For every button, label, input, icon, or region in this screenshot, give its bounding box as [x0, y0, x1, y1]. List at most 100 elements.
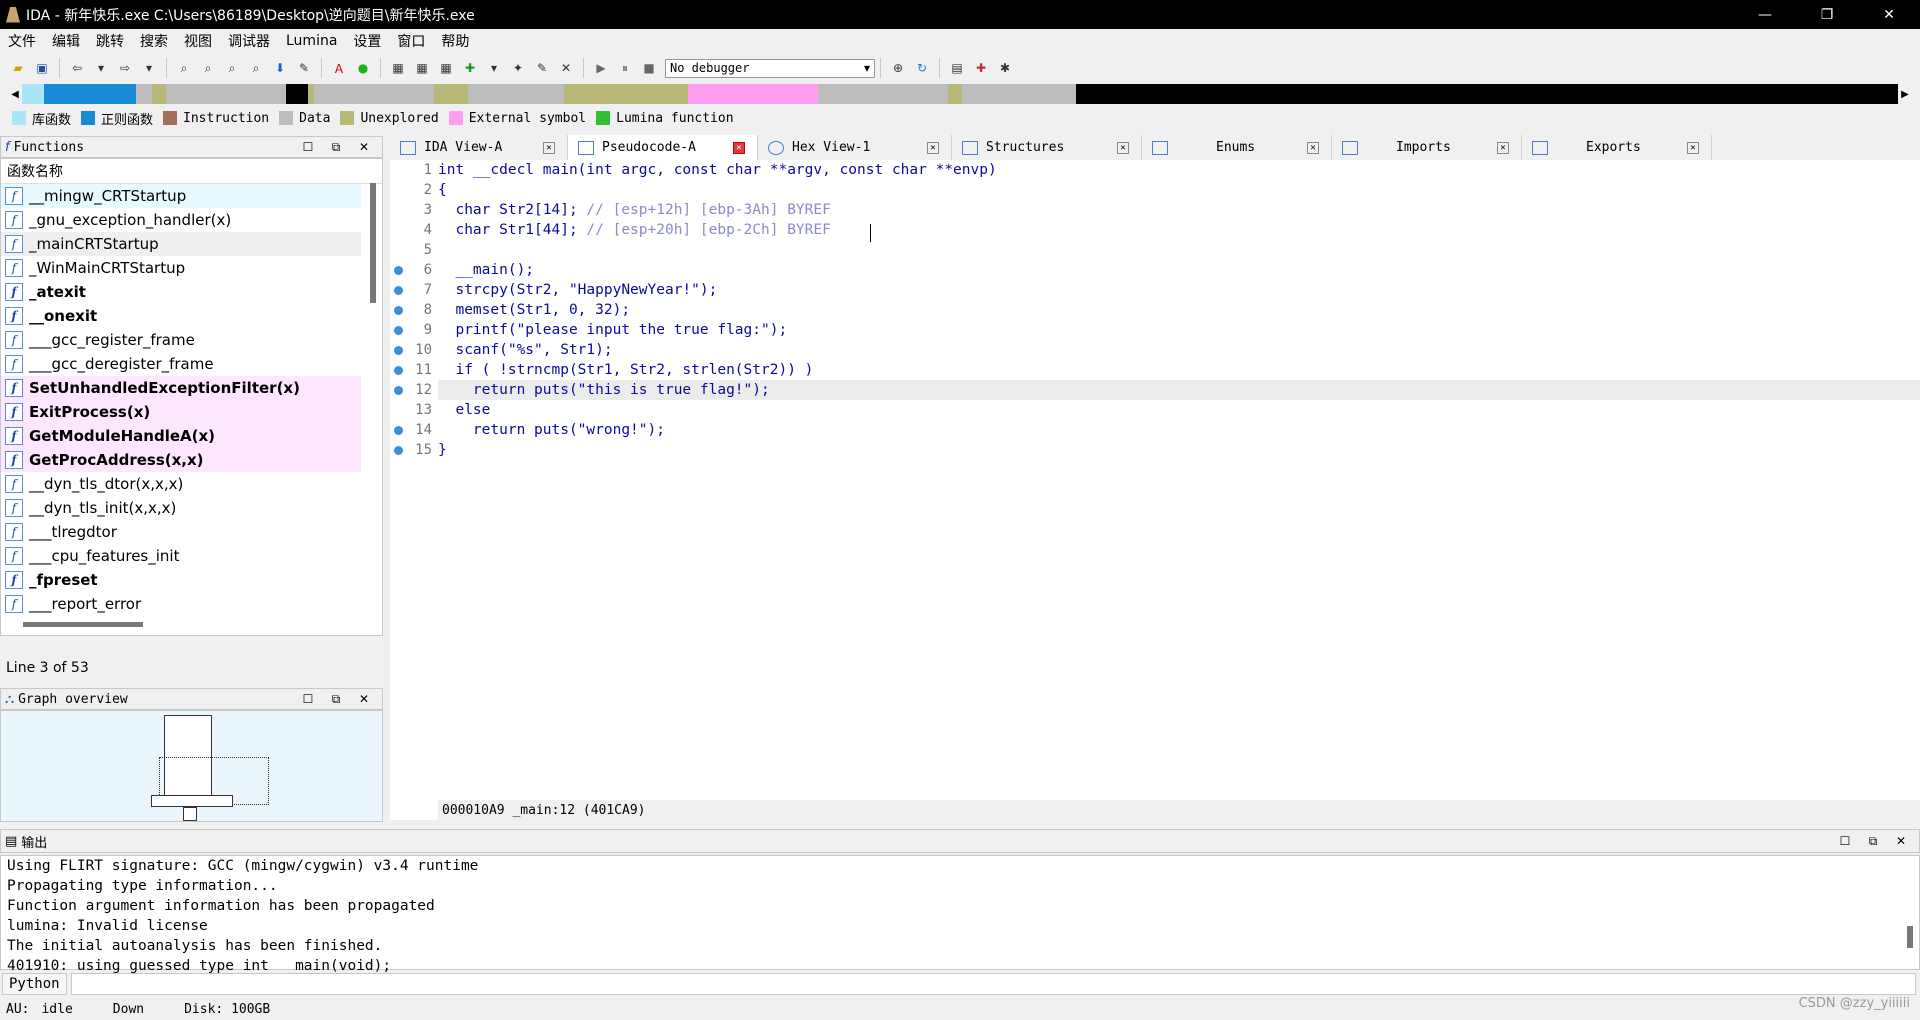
text-a-icon[interactable]: Ａ	[329, 58, 349, 78]
tab-structures[interactable]: Structures ✕	[952, 135, 1142, 160]
functions-horizontal-scrollbar[interactable]	[23, 622, 143, 627]
breakpoint-dot-icon[interactable]	[394, 286, 403, 295]
function-row[interactable]: f __dyn_tls_init(x,x,x)	[1, 496, 361, 520]
code-line[interactable]: scanf("%s", Str1);	[438, 340, 1920, 360]
tab-close-icon[interactable]: ✕	[1117, 141, 1129, 154]
breakpoint-dot-icon[interactable]	[394, 446, 403, 455]
output-scrollbar[interactable]	[1907, 926, 1913, 948]
tab-close-icon[interactable]: ✕	[733, 141, 745, 154]
function-row[interactable]: f GetProcAddress(x,x)	[1, 448, 361, 472]
code-line[interactable]: return puts("wrong!");	[438, 420, 1920, 440]
back-arrow-icon[interactable]: ⇦	[67, 58, 87, 78]
function-row[interactable]: f _WinMainCRTStartup	[1, 256, 361, 280]
struct2-icon[interactable]: ▦	[412, 58, 432, 78]
function-row[interactable]: f SetUnhandledExceptionFilter(x)	[1, 376, 361, 400]
search-next-icon[interactable]: ⌕	[246, 58, 266, 78]
panel-close-icon[interactable]: ✕	[350, 140, 378, 155]
functions-vertical-scrollbar[interactable]	[370, 183, 376, 303]
code-line[interactable]: strcpy(Str2, "HappyNewYear!");	[438, 280, 1920, 300]
tab-close-icon[interactable]: ✕	[1687, 141, 1699, 154]
tab-hex-view-1[interactable]: Hex View-1 ✕	[758, 135, 952, 160]
pseudocode-lines[interactable]: int __cdecl main(int argc, const char **…	[438, 160, 1920, 800]
tab-close-icon[interactable]: ✕	[543, 141, 555, 154]
breakpoint-dot-icon[interactable]	[394, 366, 403, 375]
struct-icon[interactable]: ▦	[388, 58, 408, 78]
graph-overview[interactable]	[0, 710, 383, 822]
code-line[interactable]	[438, 240, 1920, 260]
nav-right-arrow-icon[interactable]: ▶	[1898, 89, 1912, 100]
restore-button[interactable]: ❐	[1796, 0, 1858, 29]
function-row[interactable]: f ___cpu_features_init	[1, 544, 361, 568]
search-text-icon[interactable]: ⌕	[198, 58, 218, 78]
breakpoint-dot-icon[interactable]	[394, 386, 403, 395]
navigation-strip[interactable]	[21, 84, 1899, 104]
tab-close-icon[interactable]: ✕	[927, 141, 939, 154]
minimize-button[interactable]: —	[1734, 0, 1796, 29]
debugger-select[interactable]: No debugger ▾	[665, 58, 875, 78]
code-line[interactable]: __main();	[438, 260, 1920, 280]
function-row[interactable]: f GetModuleHandleA(x)	[1, 424, 361, 448]
refresh-icon[interactable]: ↻	[912, 58, 932, 78]
pseudocode-view[interactable]: 1 2 3 4 5 6 7 8 9 10 11 12 13 14 15 int __cdecl main(i…	[390, 160, 1920, 820]
close-button[interactable]: ✕	[1858, 0, 1920, 29]
output-log[interactable]: Using FLIRT signature: GCC (mingw/cygwin…	[0, 855, 1920, 974]
code-line[interactable]: return puts("this is true flag!");	[438, 380, 1920, 400]
tab-imports[interactable]: Imports ✕	[1332, 135, 1522, 160]
graph-icon[interactable]: ▤	[947, 58, 967, 78]
breakpoint-dot-icon[interactable]	[394, 326, 403, 335]
add-breakpoint-icon[interactable]: ✚	[971, 58, 991, 78]
green-circle-icon[interactable]: ●	[353, 58, 373, 78]
script-icon[interactable]: ✎	[294, 58, 314, 78]
python-language-button[interactable]: Python	[2, 973, 67, 995]
tools-icon[interactable]: ✱	[995, 58, 1015, 78]
edit-icon[interactable]: ✎	[532, 58, 552, 78]
code-line[interactable]: else	[438, 400, 1920, 420]
open-folder-icon[interactable]: ▰	[8, 58, 28, 78]
code-line[interactable]: memset(Str1, 0, 32);	[438, 300, 1920, 320]
function-row[interactable]: f ___tlregdtor	[1, 520, 361, 544]
tab-close-icon[interactable]: ✕	[1307, 141, 1319, 154]
menu-debugger[interactable]: 调试器	[220, 31, 278, 51]
menu-search[interactable]: 搜索	[132, 31, 176, 51]
breakpoint-dot-icon[interactable]	[394, 426, 403, 435]
panel-float-icon[interactable]: ⧉	[1859, 834, 1887, 849]
function-row[interactable]: f __dyn_tls_dtor(x,x,x)	[1, 472, 361, 496]
function-row[interactable]: f _atexit	[1, 280, 361, 304]
delete-x-icon[interactable]: ✕	[556, 58, 576, 78]
breakpoint-dot-icon[interactable]	[394, 266, 403, 275]
search-binary-icon[interactable]: ⌕	[174, 58, 194, 78]
code-line[interactable]: if ( !strncmp(Str1, Str2, strlen(Str2)) …	[438, 360, 1920, 380]
menu-options[interactable]: 设置	[345, 31, 389, 51]
tab-close-icon[interactable]: ✕	[1497, 141, 1509, 154]
menu-view[interactable]: 视图	[176, 31, 220, 51]
menu-lumina[interactable]: Lumina	[278, 33, 345, 49]
function-row[interactable]: f __onexit	[1, 304, 361, 328]
breakpoint-dot-icon[interactable]	[394, 346, 403, 355]
code-line[interactable]: int __cdecl main(int argc, const char **…	[438, 160, 1920, 180]
function-row[interactable]: f ___report_error	[1, 592, 361, 616]
patch-icon[interactable]: ✦	[508, 58, 528, 78]
python-command-input[interactable]	[70, 973, 1916, 995]
menu-help[interactable]: 帮助	[433, 31, 477, 51]
menu-file[interactable]: 文件	[0, 31, 44, 51]
attach-icon[interactable]: ⊕	[888, 58, 908, 78]
function-row[interactable]: f _mainCRTStartup	[1, 232, 361, 256]
breakpoint-dot-icon[interactable]	[394, 306, 403, 315]
add-dropdown-icon[interactable]: ▾	[484, 58, 504, 78]
back-dropdown-icon[interactable]: ▾	[91, 58, 111, 78]
menu-jump[interactable]: 跳转	[88, 31, 132, 51]
function-row[interactable]: f ___gcc_register_frame	[1, 328, 361, 352]
function-row[interactable]: f _fpreset	[1, 568, 361, 592]
panel-maximize-icon[interactable]: ☐	[1831, 834, 1859, 849]
panel-maximize-icon[interactable]: ☐	[294, 692, 322, 707]
function-name-column-header[interactable]: 函数名称	[1, 159, 382, 184]
menu-edit[interactable]: 编辑	[44, 31, 88, 51]
play-icon[interactable]: ▶	[591, 58, 611, 78]
panel-float-icon[interactable]: ⧉	[322, 140, 350, 155]
search-immediate-icon[interactable]: ⌕	[222, 58, 242, 78]
function-row[interactable]: f _gnu_exception_handler(x)	[1, 208, 361, 232]
code-line[interactable]: printf("please input the true flag:");	[438, 320, 1920, 340]
panel-close-icon[interactable]: ✕	[350, 692, 378, 707]
stop-icon[interactable]: ■	[639, 58, 659, 78]
forward-arrow-icon[interactable]: ⇨	[115, 58, 135, 78]
